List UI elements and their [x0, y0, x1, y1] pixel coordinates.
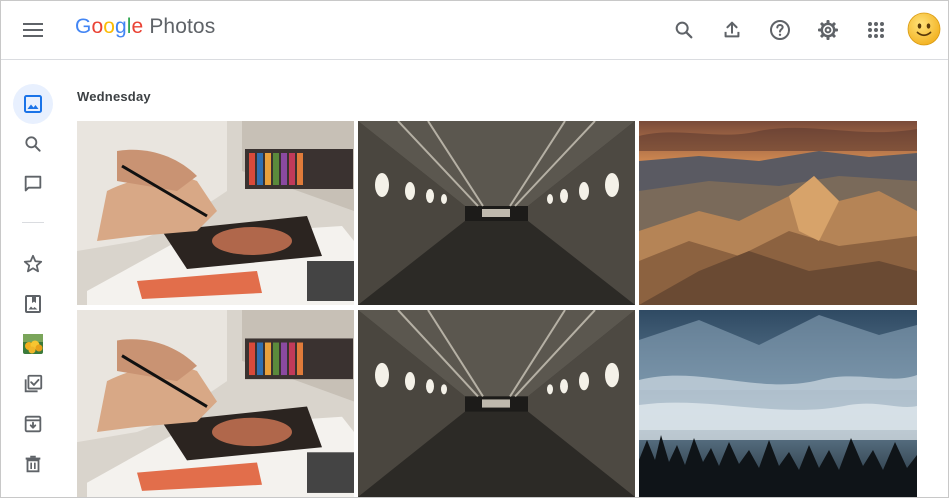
logo-letter: e [131, 15, 144, 38]
sidebar [1, 60, 65, 497]
chat-icon [24, 175, 42, 192]
sidebar-item-favorites[interactable] [13, 244, 53, 284]
sidebar-item-archive[interactable] [13, 404, 53, 444]
settings-icon [818, 20, 838, 40]
logo-letter: g [115, 15, 127, 38]
sidebar-item-places[interactable] [13, 324, 53, 364]
apps-button[interactable] [857, 11, 895, 49]
forest-photo [639, 310, 917, 497]
date-heading: Wednesday [77, 89, 151, 104]
trash-icon [25, 455, 41, 473]
sidebar-item-photos[interactable] [13, 84, 53, 124]
photo-tile-drawing[interactable] [77, 310, 354, 497]
search-icon [25, 136, 41, 152]
photo-tile-tunnel[interactable] [358, 310, 635, 497]
photo-tile-tunnel[interactable] [358, 121, 635, 305]
tunnel-photo [358, 121, 635, 305]
logo-letter: G [75, 15, 92, 38]
sidebar-item-sharing[interactable] [13, 164, 53, 204]
tunnel-photo [358, 310, 635, 497]
logo-letter: o [91, 15, 104, 38]
google-photos-logo[interactable]: Google Photos [75, 15, 215, 45]
photo-tile-forest[interactable] [639, 310, 917, 497]
settings-button[interactable] [809, 11, 847, 49]
product-name: Photos [149, 15, 216, 38]
help-button[interactable] [761, 11, 799, 49]
desert-photo [639, 121, 917, 305]
thumbnail-image [23, 334, 43, 354]
photo-tile-drawing[interactable] [77, 121, 354, 305]
sidebar-item-search[interactable] [13, 124, 53, 164]
photo-grid-area: Wednesday [65, 60, 948, 497]
main-menu-button[interactable] [15, 12, 51, 48]
drawing-photo [77, 310, 354, 497]
search-button[interactable] [665, 11, 703, 49]
account-avatar[interactable] [907, 12, 941, 46]
archive-icon [24, 415, 42, 433]
hamburger-menu-icon [23, 23, 43, 37]
sidebar-item-utilities[interactable] [13, 364, 53, 404]
upload-button[interactable] [713, 11, 751, 49]
sidebar-item-albums[interactable] [13, 284, 53, 324]
help-icon [770, 20, 790, 40]
top-app-bar: Google Photos [1, 1, 948, 60]
logo-letter: o [103, 15, 115, 38]
checklist-icon [24, 374, 43, 393]
upload-icon [724, 21, 740, 38]
photo-tile-desert[interactable] [639, 121, 917, 305]
album-icon [25, 295, 41, 313]
search-icon [675, 21, 693, 39]
sidebar-item-trash[interactable] [13, 444, 53, 484]
image-icon [24, 95, 42, 113]
drawing-photo [77, 121, 354, 305]
star-icon [23, 254, 43, 273]
apps-grid-icon [868, 22, 884, 38]
sidebar-divider [22, 222, 44, 223]
app-window: Google Photos Wednesday [0, 0, 949, 498]
